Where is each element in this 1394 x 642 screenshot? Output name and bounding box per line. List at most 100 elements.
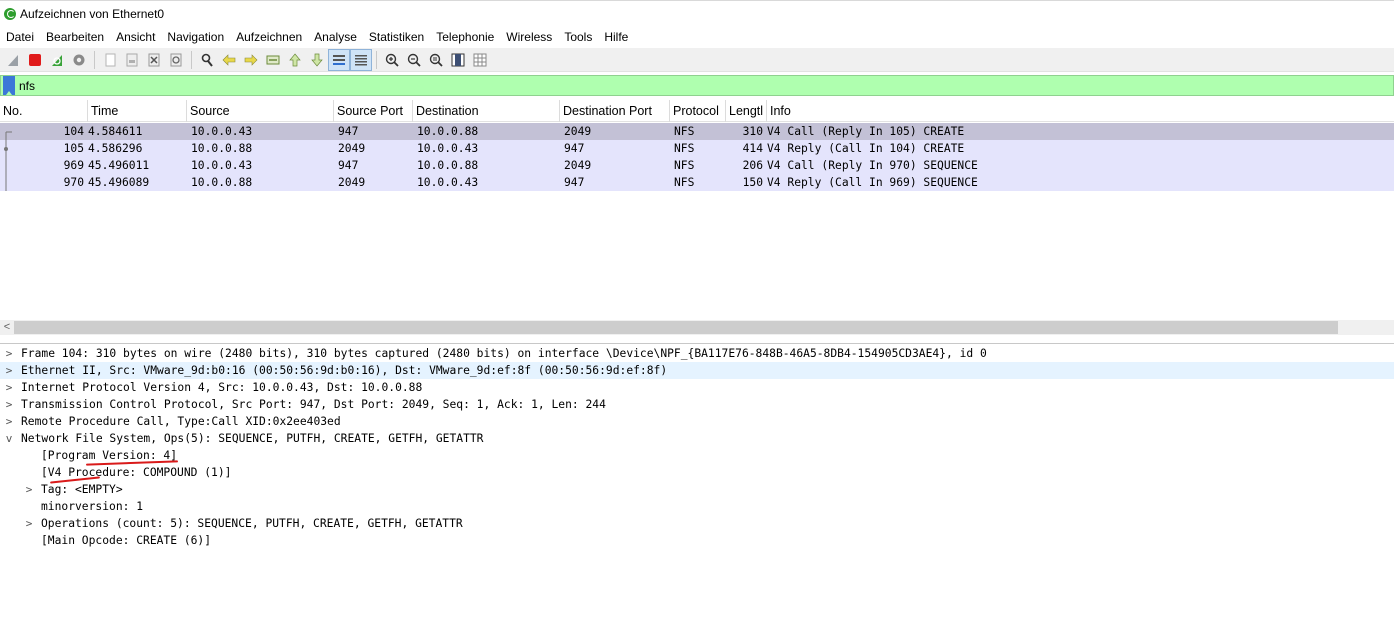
last-packet-button[interactable] xyxy=(306,49,328,71)
grid-button[interactable] xyxy=(469,49,491,71)
shark-fin-icon xyxy=(8,54,18,66)
collapse-arrow-icon[interactable]: v xyxy=(3,430,15,447)
zoom-in-button[interactable] xyxy=(381,49,403,71)
menu-datei[interactable]: Datei xyxy=(0,27,40,47)
go-back-button[interactable] xyxy=(218,49,240,71)
tree-item-rpc[interactable]: > Remote Procedure Call, Type:Call XID:0… xyxy=(0,413,1394,430)
menu-aufzeichnen[interactable]: Aufzeichnen xyxy=(230,27,308,47)
tree-item-tag[interactable]: > Tag: <EMPTY> xyxy=(0,481,1394,498)
toolbar-separator xyxy=(376,50,377,69)
stop-capture-button[interactable] xyxy=(24,49,46,71)
column-header-source[interactable]: Source xyxy=(187,100,334,122)
packet-row[interactable]: 969 45.496011 10.0.0.43 947 10.0.0.88 20… xyxy=(0,157,1394,174)
go-to-packet-button[interactable] xyxy=(262,49,284,71)
menu-hilfe[interactable]: Hilfe xyxy=(598,27,634,47)
autoscroll-toggle[interactable] xyxy=(328,48,350,71)
first-packet-button[interactable] xyxy=(284,49,306,71)
tree-item-label: Internet Protocol Version 4, Src: 10.0.0… xyxy=(21,381,423,394)
menu-analyse[interactable]: Analyse xyxy=(308,27,363,47)
menu-bar: Datei Bearbeiten Ansicht Navigation Aufz… xyxy=(0,27,1394,47)
packet-source: 10.0.0.43 xyxy=(191,159,253,172)
colorize-icon xyxy=(355,54,367,65)
tree-item-ip[interactable]: > Internet Protocol Version 4, Src: 10.0… xyxy=(0,379,1394,396)
start-capture-button[interactable] xyxy=(2,49,24,71)
tree-item-tcp[interactable]: > Transmission Control Protocol, Src Por… xyxy=(0,396,1394,413)
menu-statistiken[interactable]: Statistiken xyxy=(363,27,430,47)
resize-columns-button[interactable] xyxy=(447,49,469,71)
menu-ansicht[interactable]: Ansicht xyxy=(110,27,161,47)
bookmark-icon[interactable] xyxy=(3,76,15,95)
tree-item-v4-procedure[interactable]: [V4 Procedure: COMPOUND (1)] xyxy=(0,464,1394,481)
capture-options-button[interactable] xyxy=(68,49,90,71)
close-file-icon xyxy=(148,53,160,66)
close-file-button[interactable] xyxy=(143,49,165,71)
packet-destination: 10.0.0.43 xyxy=(417,176,479,189)
stop-icon xyxy=(29,53,41,66)
column-header-time[interactable]: Time xyxy=(88,100,187,122)
scroll-thumb[interactable] xyxy=(14,321,1338,334)
back-arrow-icon xyxy=(222,53,236,66)
display-filter-bar xyxy=(0,75,1394,96)
tree-item-main-opcode[interactable]: [Main Opcode: CREATE (6)] xyxy=(0,532,1394,549)
packet-destination: 10.0.0.88 xyxy=(417,159,479,172)
column-header-destination-port[interactable]: Destination Port xyxy=(560,100,670,122)
packet-length: 414 xyxy=(742,142,763,155)
menu-telephonie[interactable]: Telephonie xyxy=(430,27,500,47)
reload-file-button[interactable] xyxy=(165,49,187,71)
related-packets-marker xyxy=(4,131,12,191)
menu-tools[interactable]: Tools xyxy=(558,27,598,47)
tree-item-label: Remote Procedure Call, Type:Call XID:0x2… xyxy=(21,415,341,428)
title-bar: Aufzeichnen von Ethernet0 xyxy=(0,0,1394,26)
tree-item-minorversion[interactable]: minorversion: 1 xyxy=(0,498,1394,515)
packet-source: 10.0.0.43 xyxy=(191,125,253,138)
column-header-no[interactable]: No. xyxy=(0,100,88,122)
restart-icon xyxy=(52,54,62,66)
packet-length: 310 xyxy=(742,125,763,138)
reload-icon xyxy=(170,53,182,66)
tree-item-program-version[interactable]: [Program Version: 4] xyxy=(0,447,1394,464)
find-packet-button[interactable] xyxy=(196,49,218,71)
packet-source: 10.0.0.88 xyxy=(191,176,253,189)
packet-list-hscrollbar[interactable]: < xyxy=(0,320,1394,335)
toolbar-separator xyxy=(94,50,95,69)
packet-destination-port: 947 xyxy=(564,142,585,155)
menu-navigation[interactable]: Navigation xyxy=(161,27,230,47)
open-file-button[interactable] xyxy=(99,49,121,71)
column-header-source-port[interactable]: Source Port xyxy=(334,100,413,122)
tree-item-operations[interactable]: > Operations (count: 5): SEQUENCE, PUTFH… xyxy=(0,515,1394,532)
menu-wireless[interactable]: Wireless xyxy=(500,27,558,47)
expand-arrow-icon[interactable]: > xyxy=(3,396,15,413)
expand-arrow-icon[interactable]: > xyxy=(3,345,15,362)
go-forward-button[interactable] xyxy=(240,49,262,71)
packet-row[interactable]: 105 4.586296 10.0.0.88 2049 10.0.0.43 94… xyxy=(0,140,1394,157)
scroll-left-icon[interactable]: < xyxy=(0,320,14,335)
tree-item-frame[interactable]: > Frame 104: 310 bytes on wire (2480 bit… xyxy=(0,345,1394,362)
colorize-toggle[interactable] xyxy=(350,48,372,71)
packet-row[interactable]: 104 4.584611 10.0.0.43 947 10.0.0.88 204… xyxy=(0,123,1394,140)
expand-arrow-icon[interactable]: > xyxy=(3,362,15,379)
column-header-protocol[interactable]: Protocol xyxy=(670,100,726,122)
column-header-destination[interactable]: Destination xyxy=(413,100,560,122)
expand-arrow-icon[interactable]: > xyxy=(23,515,35,532)
autoscroll-icon xyxy=(333,54,345,65)
expand-arrow-icon[interactable]: > xyxy=(3,379,15,396)
go-to-packet-icon xyxy=(266,55,280,64)
expand-arrow-icon[interactable]: > xyxy=(23,481,35,498)
column-header-length[interactable]: Lengtl xyxy=(726,100,767,122)
restart-capture-button[interactable] xyxy=(46,49,68,71)
zoom-normal-button[interactable] xyxy=(425,49,447,71)
save-file-button[interactable] xyxy=(121,49,143,71)
zoom-out-button[interactable] xyxy=(403,49,425,71)
packet-protocol: NFS xyxy=(674,142,695,155)
expand-arrow-icon[interactable]: > xyxy=(3,413,15,430)
tree-item-ethernet[interactable]: > Ethernet II, Src: VMware_9d:b0:16 (00:… xyxy=(0,362,1394,379)
resize-columns-icon xyxy=(451,53,465,66)
packet-source: 10.0.0.88 xyxy=(191,142,253,155)
packet-row[interactable]: 970 45.496089 10.0.0.88 2049 10.0.0.43 9… xyxy=(0,174,1394,191)
display-filter-input[interactable] xyxy=(19,76,1379,95)
packet-protocol: NFS xyxy=(674,125,695,138)
tree-item-nfs[interactable]: v Network File System, Ops(5): SEQUENCE,… xyxy=(0,430,1394,447)
column-header-info[interactable]: Info xyxy=(767,100,1394,122)
open-file-icon xyxy=(105,53,116,66)
menu-bearbeiten[interactable]: Bearbeiten xyxy=(40,27,110,47)
